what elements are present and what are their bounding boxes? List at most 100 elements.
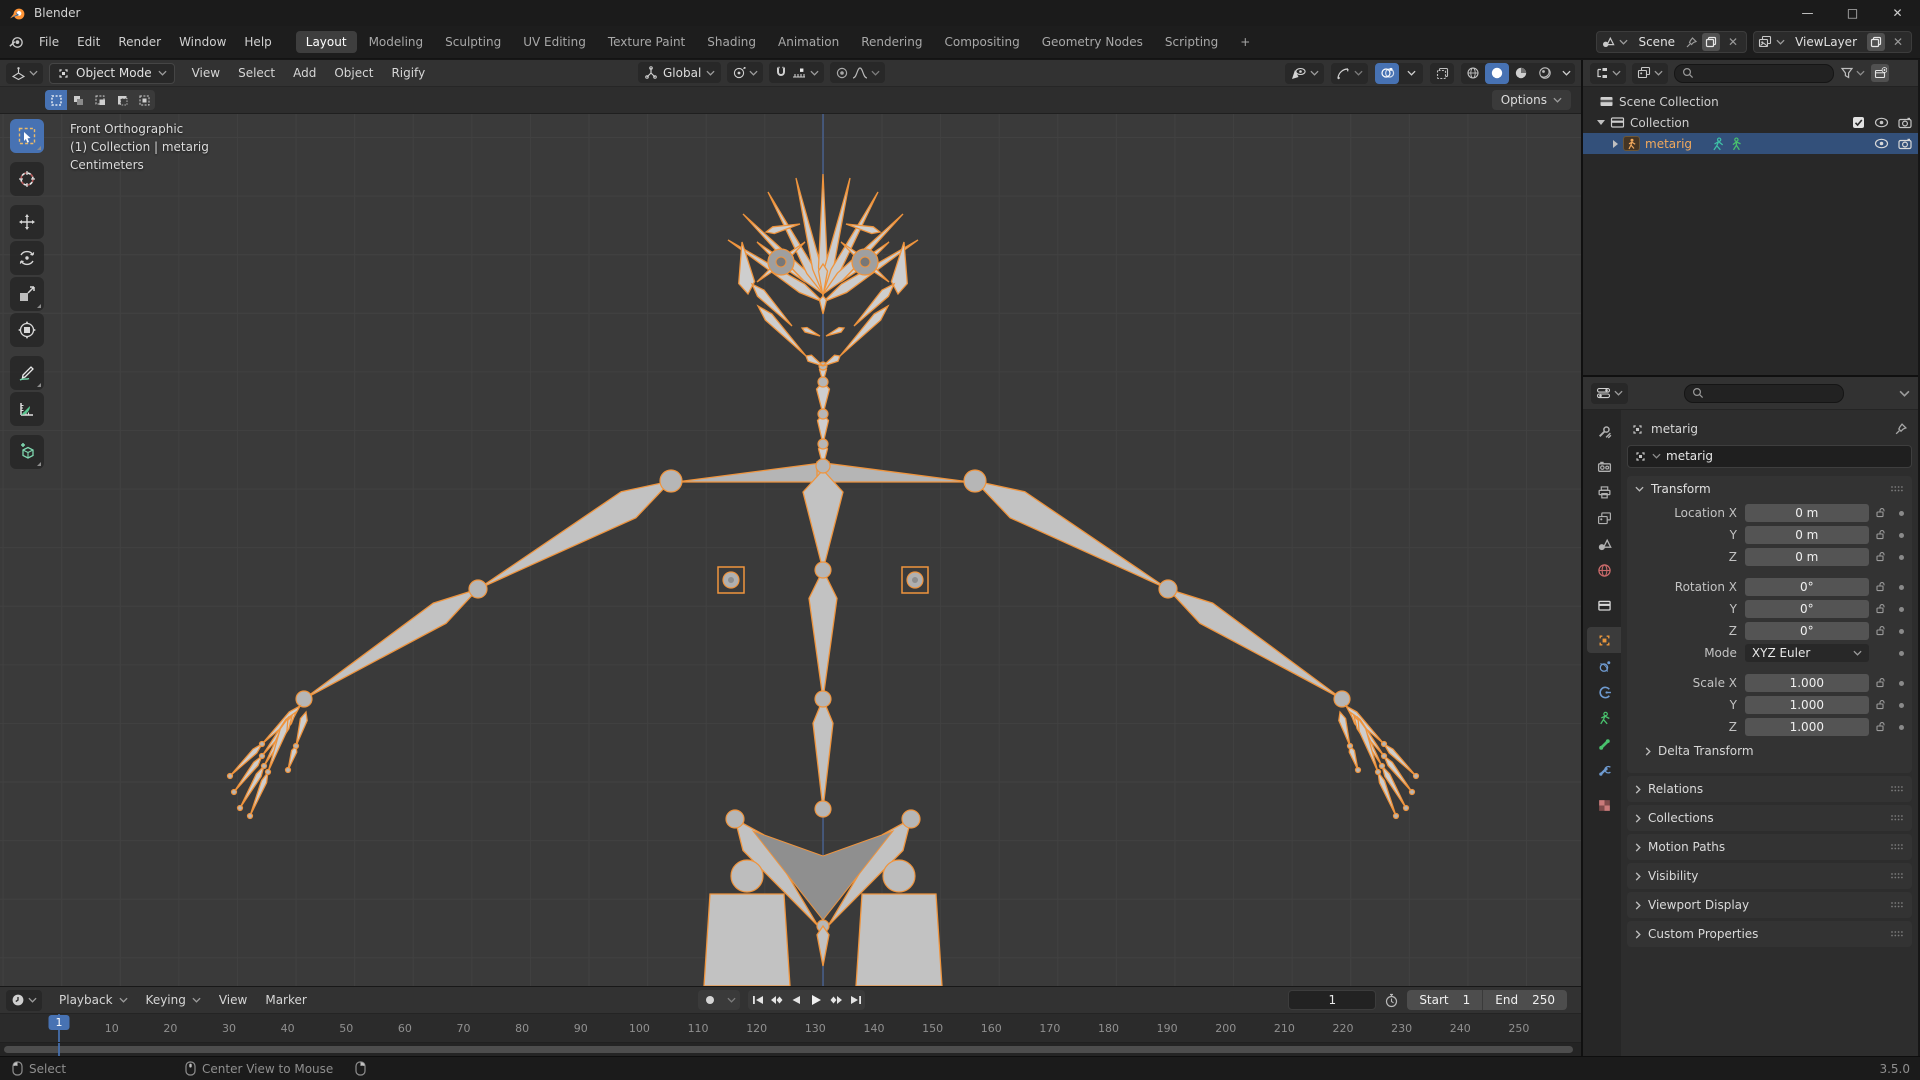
editor-type-dropdown[interactable] bbox=[6, 63, 43, 84]
play-button[interactable] bbox=[805, 990, 827, 1010]
number-field[interactable]: 0 m bbox=[1745, 504, 1869, 522]
number-field[interactable]: 0° bbox=[1745, 578, 1869, 596]
workspace-tab[interactable]: Layout bbox=[296, 31, 357, 53]
stopwatch-icon[interactable] bbox=[1384, 993, 1399, 1008]
properties-editor-dropdown[interactable] bbox=[1591, 383, 1628, 404]
viewlayer-name[interactable]: ViewLayer bbox=[1789, 35, 1863, 49]
maximize-button[interactable]: □ bbox=[1830, 0, 1875, 26]
close-button[interactable]: ✕ bbox=[1875, 0, 1920, 26]
checkbox-checked-icon[interactable] bbox=[1852, 116, 1865, 129]
collection-label[interactable]: Collection bbox=[1630, 116, 1689, 130]
collapse-arrow-icon[interactable] bbox=[1613, 140, 1618, 148]
collapsed-panel[interactable]: Visibility bbox=[1627, 863, 1912, 889]
gizmos-dropdown[interactable] bbox=[1331, 63, 1368, 84]
number-field[interactable]: 1.000 bbox=[1745, 674, 1869, 692]
shading-wireframe-button[interactable] bbox=[1461, 63, 1485, 84]
number-field[interactable]: 0 m bbox=[1745, 526, 1869, 544]
animate-dot-icon[interactable] bbox=[1899, 607, 1904, 612]
viewport-menu-item[interactable]: Select bbox=[229, 63, 284, 83]
select-set-button[interactable] bbox=[45, 90, 67, 110]
keying-menu[interactable]: Keying bbox=[137, 990, 210, 1010]
workspace-tab[interactable]: Modeling bbox=[359, 31, 434, 53]
tab-render[interactable] bbox=[1587, 453, 1621, 479]
select-invert-button[interactable] bbox=[111, 90, 133, 110]
outliner-row-scene-collection[interactable]: Scene Collection bbox=[1583, 91, 1918, 112]
properties-options-dropdown[interactable] bbox=[1899, 390, 1910, 397]
animate-dot-icon[interactable] bbox=[1899, 681, 1904, 686]
measure-tool[interactable] bbox=[10, 392, 44, 426]
camera-icon[interactable] bbox=[1898, 117, 1912, 129]
transform-panel-header[interactable]: Transform bbox=[1627, 476, 1912, 501]
rotation-mode-dropdown[interactable]: XYZ Euler bbox=[1745, 644, 1869, 662]
outliner-editor-dropdown[interactable] bbox=[1590, 63, 1626, 84]
collapsed-panel[interactable]: Relations bbox=[1627, 776, 1912, 802]
timeline-scrollbar-track[interactable] bbox=[0, 1043, 1581, 1056]
drag-handle-icon[interactable] bbox=[1890, 814, 1904, 822]
select-subtract-button[interactable] bbox=[89, 90, 111, 110]
breadcrumb-object-name[interactable]: metarig bbox=[1651, 422, 1698, 436]
animate-dot-icon[interactable] bbox=[1899, 533, 1904, 538]
select-extend-button[interactable] bbox=[67, 90, 89, 110]
workspace-tab[interactable]: Rendering bbox=[851, 31, 932, 53]
drag-handle-icon[interactable] bbox=[1890, 485, 1904, 493]
animate-dot-icon[interactable] bbox=[1899, 555, 1904, 560]
viewport-menu-item[interactable]: Rigify bbox=[382, 63, 434, 83]
outliner-row-collection[interactable]: Collection bbox=[1583, 112, 1918, 133]
tab-object[interactable] bbox=[1587, 627, 1621, 653]
timeline-marker-menu[interactable]: Marker bbox=[256, 990, 315, 1010]
chevron-down-icon[interactable] bbox=[1856, 70, 1865, 76]
timeline-view-menu[interactable]: View bbox=[210, 990, 256, 1010]
play-reverse-button[interactable] bbox=[786, 990, 805, 1010]
outliner-search-input[interactable] bbox=[1674, 64, 1834, 83]
collapsed-panel[interactable]: Motion Paths bbox=[1627, 834, 1912, 860]
drag-handle-icon[interactable] bbox=[1890, 843, 1904, 851]
viewport-menu-item[interactable]: View bbox=[183, 63, 229, 83]
tab-tool[interactable] bbox=[1587, 418, 1621, 444]
annotate-tool[interactable] bbox=[10, 356, 44, 390]
viewport-menu-item[interactable]: Object bbox=[325, 63, 382, 83]
drag-handle-icon[interactable] bbox=[1890, 785, 1904, 793]
jump-to-end-button[interactable] bbox=[846, 990, 865, 1010]
menu-item[interactable]: Render bbox=[109, 31, 170, 53]
cursor-tool[interactable] bbox=[10, 162, 44, 196]
workspace-tab[interactable]: Scripting bbox=[1155, 31, 1228, 53]
start-frame-field[interactable]: Start 1 bbox=[1407, 990, 1482, 1010]
remove-viewlayer-button[interactable]: ✕ bbox=[1889, 33, 1907, 51]
outliner-row-metarig[interactable]: metarig bbox=[1583, 133, 1918, 154]
drag-handle-icon[interactable] bbox=[1890, 901, 1904, 909]
shading-solid-button[interactable] bbox=[1485, 63, 1509, 84]
metarig-label[interactable]: metarig bbox=[1645, 137, 1692, 151]
animate-dot-icon[interactable] bbox=[1899, 651, 1904, 656]
expand-arrow-icon[interactable] bbox=[1597, 120, 1605, 125]
eye-icon[interactable] bbox=[1874, 117, 1889, 128]
pin-icon[interactable] bbox=[1685, 36, 1698, 49]
tab-bone-constraints[interactable] bbox=[1587, 757, 1621, 783]
tab-object-data[interactable] bbox=[1587, 705, 1621, 731]
tab-collection[interactable] bbox=[1587, 592, 1621, 618]
tab-scene[interactable] bbox=[1587, 531, 1621, 557]
scene-selector[interactable]: Scene ✕ bbox=[1596, 31, 1747, 53]
prev-keyframe-button[interactable] bbox=[767, 990, 786, 1010]
tab-view-layer[interactable] bbox=[1587, 505, 1621, 531]
new-collection-button[interactable] bbox=[1871, 64, 1889, 82]
select-box-tool[interactable] bbox=[10, 119, 44, 153]
tab-bone[interactable] bbox=[1587, 731, 1621, 757]
selectability-visibility-dropdown[interactable] bbox=[1285, 63, 1324, 84]
workspace-tab[interactable]: Animation bbox=[768, 31, 849, 53]
lock-open-icon[interactable] bbox=[1875, 699, 1887, 711]
blender-menu-icon[interactable] bbox=[8, 34, 24, 50]
workspace-tab[interactable]: + bbox=[1230, 31, 1260, 53]
overlays-toggle[interactable] bbox=[1375, 63, 1399, 84]
menu-item[interactable]: Help bbox=[235, 31, 280, 53]
tab-world[interactable] bbox=[1587, 557, 1621, 583]
select-intersect-button[interactable] bbox=[133, 90, 155, 110]
camera-icon[interactable] bbox=[1898, 138, 1912, 150]
tab-texture[interactable] bbox=[1587, 792, 1621, 818]
3d-viewport-canvas[interactable]: Front Orthographic (1) Collection | meta… bbox=[0, 114, 1581, 986]
unlink-scene-button[interactable]: ✕ bbox=[1724, 33, 1742, 51]
properties-search-input[interactable] bbox=[1684, 384, 1844, 403]
animate-dot-icon[interactable] bbox=[1899, 725, 1904, 730]
lock-open-icon[interactable] bbox=[1875, 507, 1887, 519]
orientation-dropdown[interactable]: Global bbox=[638, 62, 721, 83]
xray-toggle[interactable] bbox=[1430, 63, 1454, 84]
